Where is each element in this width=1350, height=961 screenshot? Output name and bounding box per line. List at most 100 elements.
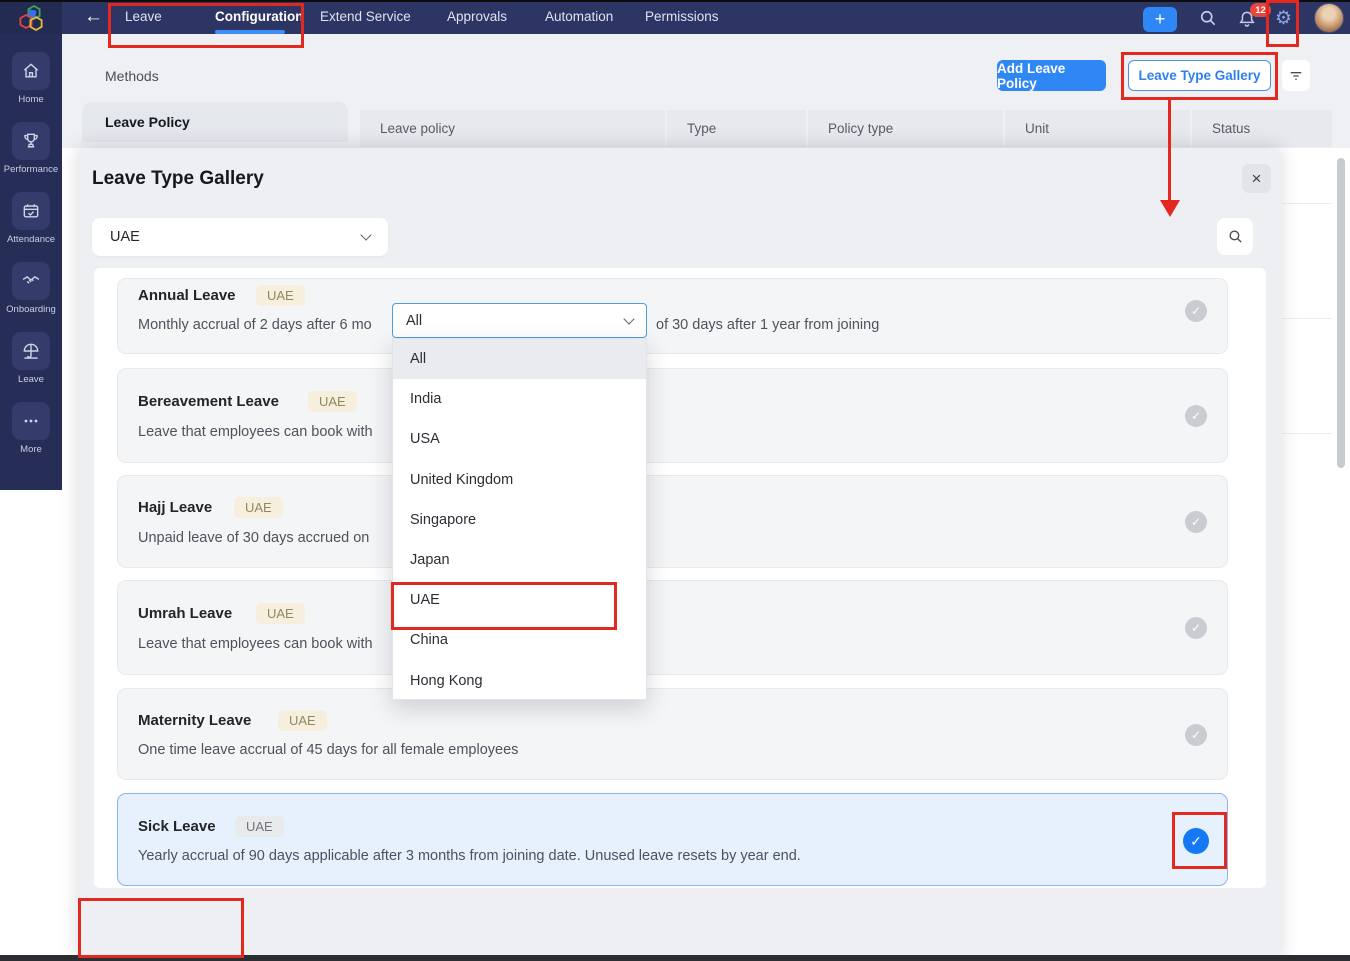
trophy-icon (24, 133, 38, 148)
card-title: Annual Leave (138, 287, 236, 304)
unselected-check-icon[interactable]: ✓ (1185, 511, 1207, 533)
home-icon (23, 63, 39, 78)
app-screen: ← Leave Configuration Extend Service App… (0, 0, 1350, 961)
unselected-check-icon[interactable]: ✓ (1185, 724, 1207, 746)
country-tag: UAE (256, 285, 305, 306)
column-header-type: Type (667, 110, 806, 147)
methods-label: Methods (105, 68, 159, 84)
chevron-down-icon (360, 229, 372, 241)
selected-check-icon[interactable]: ✓ (1183, 828, 1209, 854)
back-arrow-icon[interactable]: ← (84, 6, 103, 28)
dropdown-option-india[interactable]: India (393, 379, 646, 419)
tab-leave[interactable]: Leave (125, 9, 162, 24)
leave-card-bereavement[interactable]: Bereavement Leave UAE Leave that employe… (117, 368, 1228, 463)
dropdown-option-singapore[interactable]: Singapore (393, 500, 646, 540)
tab-extend-service[interactable]: Extend Service (320, 9, 411, 24)
unselected-check-icon[interactable]: ✓ (1185, 405, 1207, 427)
beach-umbrella-icon (23, 343, 39, 359)
card-description: Yearly accrual of 90 days applicable aft… (138, 848, 801, 864)
dropdown-option-all[interactable]: All (393, 339, 646, 380)
handshake-icon (22, 275, 40, 284)
dropdown-option-china[interactable]: China (393, 620, 646, 660)
sidebar-item-leave[interactable]: Leave (0, 332, 62, 385)
card-title: Bereavement Leave (138, 393, 279, 410)
unselected-check-icon[interactable]: ✓ (1185, 300, 1207, 322)
tab-configuration[interactable]: Configuration (215, 9, 303, 24)
card-title: Umrah Leave (138, 605, 233, 622)
screenshot-bottom-edge (0, 955, 1350, 961)
more-ellipsis-icon (24, 419, 38, 423)
column-header-unit: Unit (1005, 110, 1190, 147)
leave-card-annual[interactable]: Annual Leave UAE Monthly accrual of 2 da… (117, 278, 1228, 354)
country-tag: UAE (278, 710, 327, 731)
sidebar-item-attendance[interactable]: Attendance (0, 192, 62, 245)
sidebar-item-onboarding[interactable]: Onboarding (0, 262, 62, 315)
card-description: Unpaid leave of 30 days accrued on (138, 530, 370, 546)
search-icon[interactable] (1198, 8, 1218, 28)
card-title: Sick Leave (138, 818, 216, 835)
calendar-check-icon (23, 204, 39, 218)
zoho-people-logo-icon (19, 4, 43, 32)
card-description: Monthly accrual of 2 days after 6 mo (138, 317, 372, 333)
table-row-line (1282, 433, 1332, 434)
dropdown-selected-value: All (406, 312, 423, 329)
country-tag: UAE (308, 391, 357, 412)
card-description: One time leave accrual of 45 days for al… (138, 742, 519, 758)
sidebar-item-performance[interactable]: Performance (0, 122, 62, 175)
sidebar-item-more[interactable]: More (0, 402, 62, 455)
country-dropdown-list: All India USA United Kingdom Singapore J… (392, 338, 647, 700)
tab-approvals[interactable]: Approvals (447, 9, 507, 24)
tab-automation[interactable]: Automation (545, 9, 613, 24)
sidebar-label-onboarding: Onboarding (6, 304, 56, 315)
country-tag: UAE (256, 603, 305, 624)
leave-card-sick-selected[interactable]: Sick Leave UAE Yearly accrual of 90 days… (117, 793, 1228, 886)
country-tag: UAE (235, 816, 284, 837)
chevron-down-icon (623, 312, 635, 325)
notification-count-badge: 12 (1250, 3, 1271, 17)
card-country-dropdown[interactable]: All (392, 303, 647, 338)
dropdown-option-hong-kong[interactable]: Hong Kong (393, 661, 646, 701)
sidebar-label-home: Home (18, 94, 44, 105)
add-leave-policy-button[interactable]: Add Leave Policy (997, 60, 1106, 91)
leave-type-gallery-button[interactable]: Leave Type Gallery (1128, 60, 1271, 91)
card-title: Maternity Leave (138, 712, 252, 729)
annotation-arrow-head (1159, 200, 1180, 217)
add-button[interactable]: + (1143, 7, 1177, 32)
close-icon[interactable]: × (1242, 164, 1271, 193)
filter-button[interactable] (1282, 60, 1310, 91)
card-description: Leave that employees can book with (138, 424, 373, 440)
sidebar-item-home[interactable]: Home (0, 52, 62, 105)
sidebar-label-leave: Leave (18, 374, 44, 385)
leave-card-hajj[interactable]: Hajj Leave UAE Unpaid leave of 30 days a… (117, 475, 1228, 568)
column-header-leave-policy: Leave policy (360, 110, 665, 147)
leave-type-gallery-modal: Leave Type Gallery × UAE Annual Leave UA… (78, 148, 1281, 961)
page-scrollbar[interactable] (1337, 158, 1345, 468)
leave-policy-tab[interactable]: Leave Policy (82, 102, 348, 142)
column-header-status: Status (1192, 110, 1332, 147)
card-description: Leave that employees can book with (138, 636, 373, 652)
annotation-arrow-line (1168, 100, 1171, 204)
sidebar-label-performance: Performance (3, 164, 59, 175)
table-row-line (1282, 203, 1332, 204)
country-filter-value: UAE (110, 229, 140, 245)
card-description-continued: of 30 days after 1 year from joining (656, 317, 880, 333)
search-icon (1228, 230, 1242, 243)
app-logo[interactable] (0, 2, 62, 34)
leave-card-maternity[interactable]: Maternity Leave UAE One time leave accru… (117, 688, 1228, 780)
filter-icon (1290, 71, 1302, 80)
modal-title: Leave Type Gallery (92, 168, 264, 189)
modal-search-button[interactable] (1217, 218, 1253, 255)
dropdown-option-japan[interactable]: Japan (393, 540, 646, 580)
dropdown-option-united-kingdom[interactable]: United Kingdom (393, 460, 646, 500)
leave-card-umrah[interactable]: Umrah Leave UAE Leave that employees can… (117, 580, 1228, 675)
card-title: Hajj Leave (138, 499, 213, 516)
user-avatar[interactable] (1314, 3, 1344, 33)
settings-gear-icon[interactable]: ⚙ (1275, 7, 1292, 30)
country-filter-select[interactable]: UAE (92, 218, 388, 256)
unselected-check-icon[interactable]: ✓ (1185, 617, 1207, 639)
dropdown-option-usa[interactable]: USA (393, 419, 646, 459)
tab-permissions[interactable]: Permissions (645, 9, 719, 24)
dropdown-option-uae[interactable]: UAE (393, 580, 646, 620)
country-tag: UAE (234, 497, 283, 518)
leave-cards-panel: Annual Leave UAE Monthly accrual of 2 da… (94, 268, 1266, 888)
